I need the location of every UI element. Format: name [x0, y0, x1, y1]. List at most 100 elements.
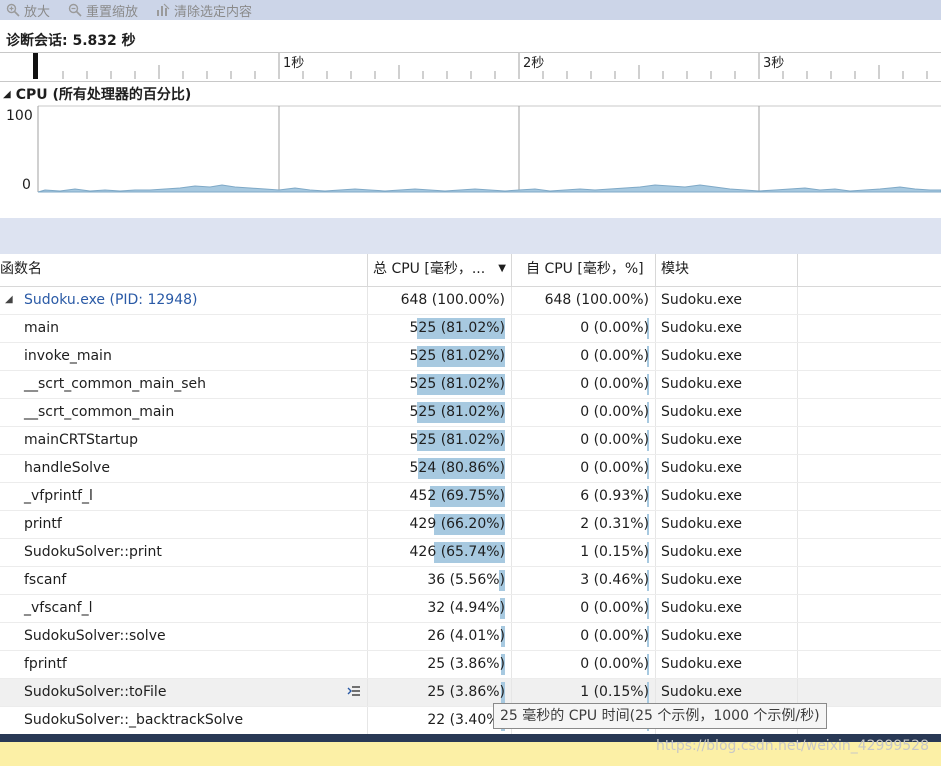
self-cpu-value: 648 (100.00%) [544, 292, 649, 308]
self-cpu-value: 1 (0.15%) [580, 544, 649, 560]
cpu-section-title: CPU (所有处理器的百分比) [15, 87, 192, 103]
function-name: printf [24, 516, 62, 532]
self-cpu-value: 0 (0.00%) [580, 320, 649, 336]
zoom-in-button[interactable]: 放大 [6, 1, 50, 20]
timeline-cursor[interactable] [33, 53, 38, 79]
table-row[interactable]: __scrt_common_main_seh 525 (81.02%) 0 (0.0… [0, 371, 941, 399]
total-cpu-cell: 25 (3.86%) [368, 679, 512, 706]
self-cpu-value: 1 (0.15%) [580, 684, 649, 700]
function-name-cell: ◢ Sudoku.exe (PID: 12948) [0, 287, 368, 314]
reset-zoom-button[interactable]: 重置缩放 [68, 1, 138, 20]
total-cpu-cell: 525 (81.02%) [368, 371, 512, 398]
table-row[interactable]: SudokuSolver::solve 26 (4.01%) 0 (0.00%) Su… [0, 623, 941, 651]
total-cpu-value: 525 (81.02%) [409, 320, 505, 336]
module-cell: Sudoku.exe [656, 679, 798, 706]
self-cpu-value: 0 (0.00%) [580, 348, 649, 364]
function-name: mainCRTStartup [24, 432, 138, 448]
timeline-ruler[interactable]: 1秒 2秒 3秒 [0, 52, 941, 82]
total-cpu-cell: 525 (81.02%) [368, 399, 512, 426]
total-cpu-cell: 525 (81.02%) [368, 315, 512, 342]
table-row[interactable]: printf 429 (66.20%) 2 (0.31%) Sudoku.exe [0, 511, 941, 539]
column-header-total-cpu[interactable]: 总 CPU [毫秒，... ▼ [368, 254, 512, 286]
function-name: handleSolve [24, 460, 110, 476]
module-cell: Sudoku.exe [656, 595, 798, 622]
self-cpu-value: 0 (0.00%) [580, 460, 649, 476]
function-name-cell: SudokuSolver::toFile [0, 679, 368, 706]
total-cpu-value: 525 (81.02%) [409, 432, 505, 448]
self-cpu-value: 0 (0.00%) [580, 656, 649, 672]
module-name: Sudoku.exe [661, 656, 743, 672]
session-duration: 诊断会话: 5.832 秒 [6, 33, 136, 49]
function-name: fscanf [24, 572, 67, 588]
function-name-cell: __scrt_common_main [0, 399, 368, 426]
total-cpu-value: 426 (65.74%) [409, 544, 505, 560]
clear-selection-button[interactable]: 清除选定内容 [156, 1, 252, 20]
module-name: Sudoku.exe [661, 628, 743, 644]
function-call-grid: 函数名 总 CPU [毫秒，... ▼ 自 CPU [毫秒，%] 模块 ◢ Sud… [0, 254, 941, 734]
function-name-cell: SudokuSolver::print [0, 539, 368, 566]
module-name: Sudoku.exe [661, 544, 743, 560]
module-name: Sudoku.exe [661, 432, 743, 448]
total-cpu-cell: 26 (4.01%) [368, 623, 512, 650]
function-name-cell: main [0, 315, 368, 342]
cpu-section-header[interactable]: ◢ CPU (所有处理器的百分比) [0, 84, 941, 104]
function-name: SudokuSolver::toFile [24, 684, 167, 700]
self-cpu-cell: 0 (0.00%) [512, 651, 656, 678]
module-cell: Sudoku.exe [656, 623, 798, 650]
function-name: __scrt_common_main [24, 404, 175, 420]
diagnostic-toolbar: 放大 重置缩放 清除选定内容 [0, 0, 941, 20]
total-cpu-value: 25 (3.86%) [427, 656, 505, 672]
total-cpu-value: 26 (4.01%) [427, 628, 505, 644]
grid-rows: ◢ Sudoku.exe (PID: 12948) 648 (100.00%) 648… [0, 287, 941, 734]
total-cpu-cell: 525 (81.02%) [368, 343, 512, 370]
total-cpu-cell: 426 (65.74%) [368, 539, 512, 566]
module-cell: Sudoku.exe [656, 343, 798, 370]
total-cpu-value: 25 (3.86%) [427, 684, 505, 700]
table-row[interactable]: main 525 (81.02%) 0 (0.00%) Sudoku.exe [0, 315, 941, 343]
function-name-cell: invoke_main [0, 343, 368, 370]
self-cpu-value: 2 (0.31%) [580, 516, 649, 532]
function-name: SudokuSolver::print [24, 544, 162, 560]
table-row[interactable]: fscanf 36 (5.56%) 3 (0.46%) Sudoku.exe [0, 567, 941, 595]
function-name-cell: _vfscanf_l [0, 595, 368, 622]
cpu-y-max-label: 100 [6, 108, 33, 124]
function-name-cell: printf [0, 511, 368, 538]
table-row[interactable]: invoke_main 525 (81.02%) 0 (0.00%) Sudoku.e… [0, 343, 941, 371]
total-cpu-cell: 525 (81.02%) [368, 427, 512, 454]
function-name: main [24, 320, 59, 336]
self-cpu-cell: 0 (0.00%) [512, 343, 656, 370]
table-row[interactable]: _vfprintf_l 452 (69.75%) 6 (0.93%) Sudoku.e… [0, 483, 941, 511]
table-row[interactable]: mainCRTStartup 525 (81.02%) 0 (0.00%) Sudok… [0, 427, 941, 455]
module-name: Sudoku.exe [661, 516, 743, 532]
module-name: Sudoku.exe [661, 320, 743, 336]
column-header-function-name[interactable]: 函数名 [0, 254, 368, 286]
table-row[interactable]: __scrt_common_main 525 (81.02%) 0 (0.00%) S… [0, 399, 941, 427]
table-row[interactable]: fprintf 25 (3.86%) 0 (0.00%) Sudoku.exe [0, 651, 941, 679]
total-cpu-value: 524 (80.86%) [409, 460, 505, 476]
ruler-label-2s: 2秒 [523, 56, 544, 71]
column-header-total-cpu-label: 总 CPU [毫秒，... [373, 261, 486, 277]
total-cpu-cell: 429 (66.20%) [368, 511, 512, 538]
function-name: _vfscanf_l [24, 600, 93, 616]
table-row[interactable]: SudokuSolver::print 426 (65.74%) 1 (0.15%)… [0, 539, 941, 567]
module-name: Sudoku.exe [661, 348, 743, 364]
table-row[interactable]: _vfscanf_l 32 (4.94%) 0 (0.00%) Sudoku.exe [0, 595, 941, 623]
table-row[interactable]: handleSolve 524 (80.86%) 0 (0.00%) Sudoku.e… [0, 455, 941, 483]
cpu-usage-chart[interactable]: 100 0 [0, 104, 941, 214]
function-name-cell: SudokuSolver::solve [0, 623, 368, 650]
function-name-cell: handleSolve [0, 455, 368, 482]
function-name: __scrt_common_main_seh [24, 376, 206, 392]
total-cpu-value: 648 (100.00%) [400, 292, 505, 308]
column-header-self-cpu-label: 自 CPU [毫秒，%] [526, 261, 644, 277]
module-name: Sudoku.exe [661, 684, 743, 700]
column-header-self-cpu[interactable]: 自 CPU [毫秒，%] [512, 254, 656, 286]
total-cpu-value: 452 (69.75%) [409, 488, 505, 504]
expand-collapse-icon[interactable]: ◢ [5, 287, 13, 313]
panel-splitter[interactable] [0, 218, 941, 254]
column-header-module[interactable]: 模块 [656, 254, 798, 286]
view-source-icon[interactable] [347, 685, 361, 699]
collapse-triangle-icon[interactable]: ◢ [3, 89, 11, 100]
self-cpu-value: 0 (0.00%) [580, 600, 649, 616]
total-cpu-cell: 36 (5.56%) [368, 567, 512, 594]
table-row-root[interactable]: ◢ Sudoku.exe (PID: 12948) 648 (100.00%) 648… [0, 287, 941, 315]
